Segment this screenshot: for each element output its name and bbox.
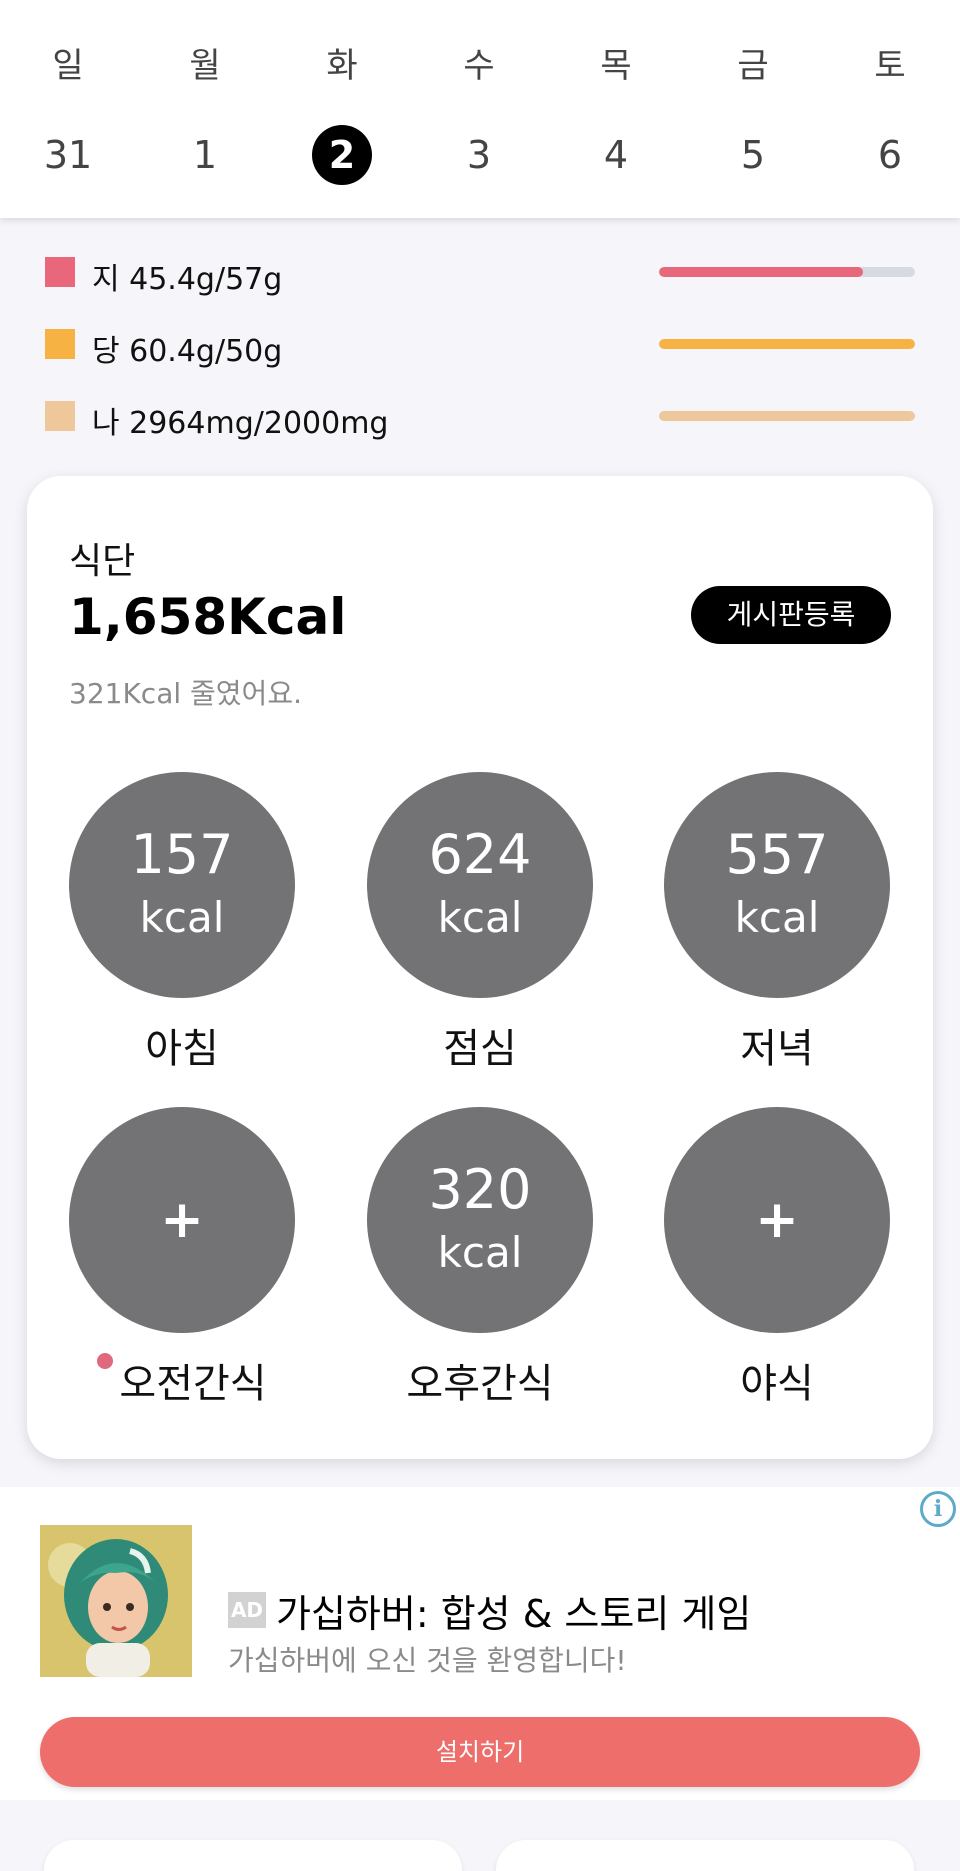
- meal-circle[interactable]: 624 kcal: [367, 772, 593, 998]
- meal-label: 아침: [145, 1026, 219, 1072]
- ad-thumbnail[interactable]: [40, 1525, 192, 1677]
- date-cell[interactable]: 6: [850, 125, 930, 185]
- diet-subtitle: 321Kcal 줄였어요.: [69, 677, 302, 710]
- weekday-thu: 목: [600, 46, 632, 86]
- meal-label: 오전간식: [119, 1361, 267, 1407]
- info-icon[interactable]: i: [920, 1491, 956, 1527]
- fat-label: 지 45.4g/57g: [92, 262, 283, 297]
- board-register-button[interactable]: 게시판등록: [691, 586, 891, 644]
- meal-kcal-value: 320: [428, 1158, 532, 1221]
- date-cell-selected[interactable]: 2: [302, 125, 382, 185]
- meal-breakfast[interactable]: 157 kcal 아침: [69, 772, 295, 1072]
- date-label: 3: [466, 133, 492, 177]
- sodium-swatch: [45, 401, 75, 431]
- sodium-label: 나 2964mg/2000mg: [92, 406, 389, 441]
- week-calendar: 일 월 화 수 목 금 토 31 1 2 3 4 5 6: [0, 0, 960, 218]
- bottom-card-left[interactable]: [44, 1840, 462, 1871]
- meal-label: 오후간식: [406, 1361, 554, 1407]
- meal-circle[interactable]: 557 kcal: [664, 772, 890, 998]
- date-label: 6: [877, 133, 903, 177]
- meal-circle-empty[interactable]: +: [69, 1107, 295, 1333]
- ad-character-image: [40, 1525, 192, 1677]
- new-dot-indicator: [97, 1353, 114, 1369]
- nutrient-row-fat: 지 45.4g/57g: [0, 252, 960, 297]
- meal-label: 저녁: [740, 1026, 814, 1072]
- weekday-tue: 화: [326, 46, 358, 86]
- meal-label: 점심: [443, 1026, 517, 1072]
- date-label: 2: [312, 125, 372, 185]
- nutrient-row-sodium: 나 2964mg/2000mg: [0, 396, 960, 441]
- date-label: 1: [192, 133, 218, 177]
- meal-circle[interactable]: 157 kcal: [69, 772, 295, 998]
- meal-morning-snack[interactable]: + 오전간식: [69, 1107, 295, 1407]
- meal-circle-empty[interactable]: +: [664, 1107, 890, 1333]
- weekday-wed: 수: [463, 46, 495, 86]
- weekday-sat: 토: [874, 46, 906, 86]
- sodium-progress-fill: [659, 411, 915, 421]
- weekday-fri: 금: [737, 46, 769, 86]
- meal-kcal-unit: kcal: [437, 893, 523, 942]
- meal-kcal-value: 157: [130, 823, 234, 886]
- date-cell[interactable]: 31: [28, 125, 108, 185]
- ad-subtitle: 가십하버에 오신 것을 환영합니다!: [228, 1644, 627, 1677]
- date-cell[interactable]: 1: [165, 125, 245, 185]
- meal-dinner[interactable]: 557 kcal 저녁: [664, 772, 890, 1072]
- sodium-progress-track: [659, 411, 915, 421]
- meal-label: 야식: [740, 1361, 814, 1407]
- bottom-card-right[interactable]: [496, 1840, 914, 1871]
- meal-kcal-value: 557: [725, 823, 829, 886]
- meal-kcal-unit: kcal: [437, 1228, 523, 1277]
- plus-icon: +: [755, 1190, 799, 1250]
- date-cell[interactable]: 3: [439, 125, 519, 185]
- date-cell[interactable]: 5: [713, 125, 793, 185]
- date-label: 31: [43, 133, 93, 177]
- ad-title[interactable]: 가십하버: 합성 & 스토리 게임: [276, 1583, 751, 1638]
- meal-kcal-unit: kcal: [734, 893, 820, 942]
- nutrient-row-sugar: 당 60.4g/50g: [0, 324, 960, 369]
- diet-total-kcal: 1,658Kcal: [69, 588, 347, 646]
- fat-progress-fill: [659, 267, 864, 277]
- meal-label-wrap: 오전간식: [29, 1351, 335, 1409]
- meal-kcal-unit: kcal: [139, 893, 225, 942]
- plus-icon: +: [160, 1190, 204, 1250]
- fat-progress-track: [659, 267, 915, 277]
- date-cell[interactable]: 4: [576, 125, 656, 185]
- weekday-sun: 일: [52, 46, 84, 86]
- date-label: 4: [603, 133, 629, 177]
- meal-kcal-value: 624: [428, 823, 532, 886]
- diet-card: 식단 1,658Kcal 321Kcal 줄였어요. 게시판등록 157 kca…: [27, 476, 933, 1459]
- weekday-mon: 월: [189, 46, 221, 86]
- sugar-progress-fill: [659, 339, 915, 349]
- fat-swatch: [45, 257, 75, 287]
- sugar-swatch: [45, 329, 75, 359]
- ad-badge: AD: [228, 1592, 266, 1628]
- meal-afternoon-snack[interactable]: 320 kcal 오후간식: [367, 1107, 593, 1407]
- ad-banner[interactable]: i AD 가십하버: 합성 & 스토리 게임 가십하버에 오신 것을 환영합니다…: [0, 1487, 960, 1800]
- date-label: 5: [740, 133, 766, 177]
- meal-circle[interactable]: 320 kcal: [367, 1107, 593, 1333]
- install-button[interactable]: 설치하기: [40, 1717, 920, 1787]
- meal-lunch[interactable]: 624 kcal 점심: [367, 772, 593, 1072]
- diet-title: 식단: [69, 541, 136, 582]
- meal-late-night[interactable]: + 야식: [664, 1107, 890, 1407]
- sugar-label: 당 60.4g/50g: [92, 334, 283, 369]
- sugar-progress-track: [659, 339, 915, 349]
